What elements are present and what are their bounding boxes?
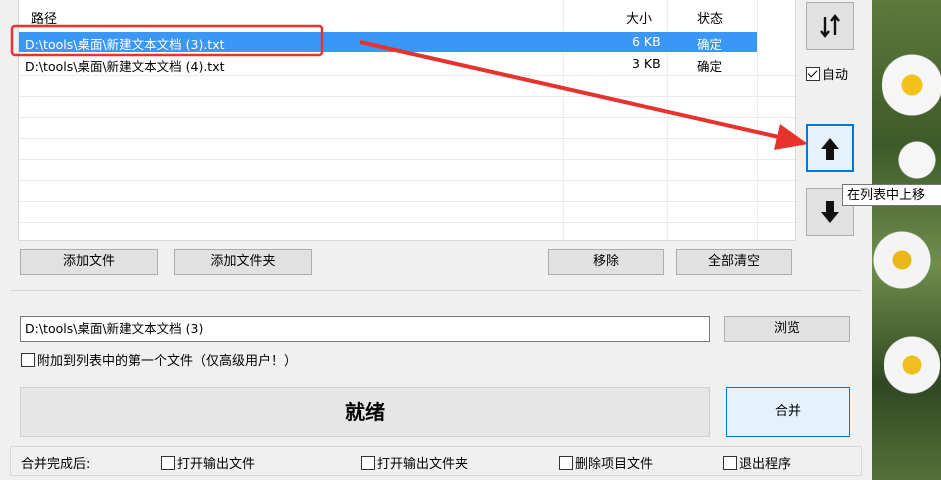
annotation-overlay	[10, 24, 808, 150]
annotation-arrow-head	[774, 124, 808, 150]
annotation-arrow-line	[359, 40, 793, 142]
highlight-box	[10, 24, 324, 57]
